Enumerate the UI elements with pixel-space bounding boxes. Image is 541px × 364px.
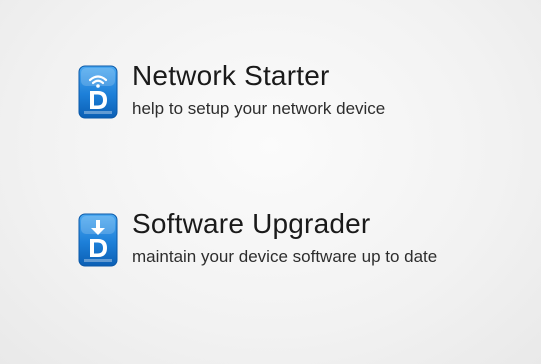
menu-item-software-upgrader[interactable]: Software Upgrader maintain your device s… [78, 208, 518, 268]
software-upgrader-icon [78, 212, 118, 268]
network-starter-icon [78, 64, 118, 120]
network-starter-title: Network Starter [132, 60, 330, 91]
network-starter-subtitle: help to setup your network device [132, 99, 386, 118]
app-screen: Network Starter help to setup your netwo… [0, 0, 541, 364]
software-upgrader-subtitle: maintain your device software up to date [132, 247, 438, 266]
menu-item-network-starter[interactable]: Network Starter help to setup your netwo… [78, 60, 518, 120]
software-upgrader-title: Software Upgrader [132, 208, 371, 239]
